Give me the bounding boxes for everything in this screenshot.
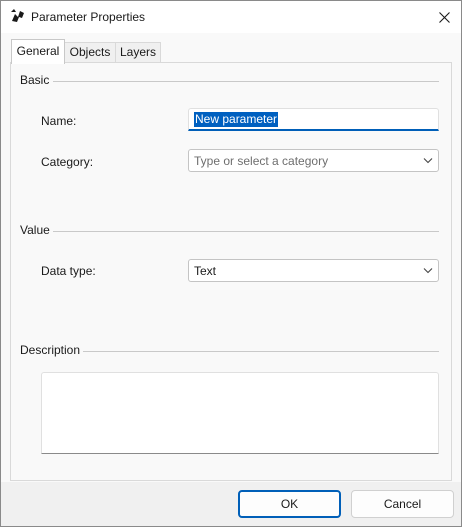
chevron-down-icon [423,158,433,164]
basic-group-heading: Basic [20,73,54,87]
app-icon [10,8,26,24]
title-bar: Parameter Properties [1,1,461,33]
parameter-properties-dialog: Parameter Properties General Objects Lay… [0,0,462,527]
value-group-heading: Value [20,223,54,237]
name-label: Name: [41,114,77,128]
category-label: Category: [41,155,94,169]
data-type-value: Text [194,264,217,278]
close-icon [438,11,450,23]
tab-general[interactable]: General [11,39,65,64]
chevron-down-icon [423,268,433,274]
data-type-combobox[interactable]: Text [188,259,439,282]
basic-group-divider [53,81,439,82]
description-group-divider [83,351,439,352]
window-title: Parameter Properties [31,10,146,24]
description-group-heading: Description [20,343,85,357]
category-placeholder: Type or select a category [194,154,329,168]
ok-button[interactable]: OK [238,490,341,518]
name-input[interactable]: New parameter [188,108,439,131]
tab-layers[interactable]: Layers [115,42,161,63]
category-combobox[interactable]: Type or select a category [188,149,439,172]
description-textarea[interactable] [41,372,439,454]
name-input-value: New parameter [194,112,279,127]
cancel-button[interactable]: Cancel [351,490,454,518]
tab-strip: General Objects Layers [1,33,461,64]
tab-objects[interactable]: Objects [64,42,116,63]
data-type-label: Data type: [41,264,96,278]
value-group-divider [53,231,439,232]
close-button[interactable] [429,3,459,31]
